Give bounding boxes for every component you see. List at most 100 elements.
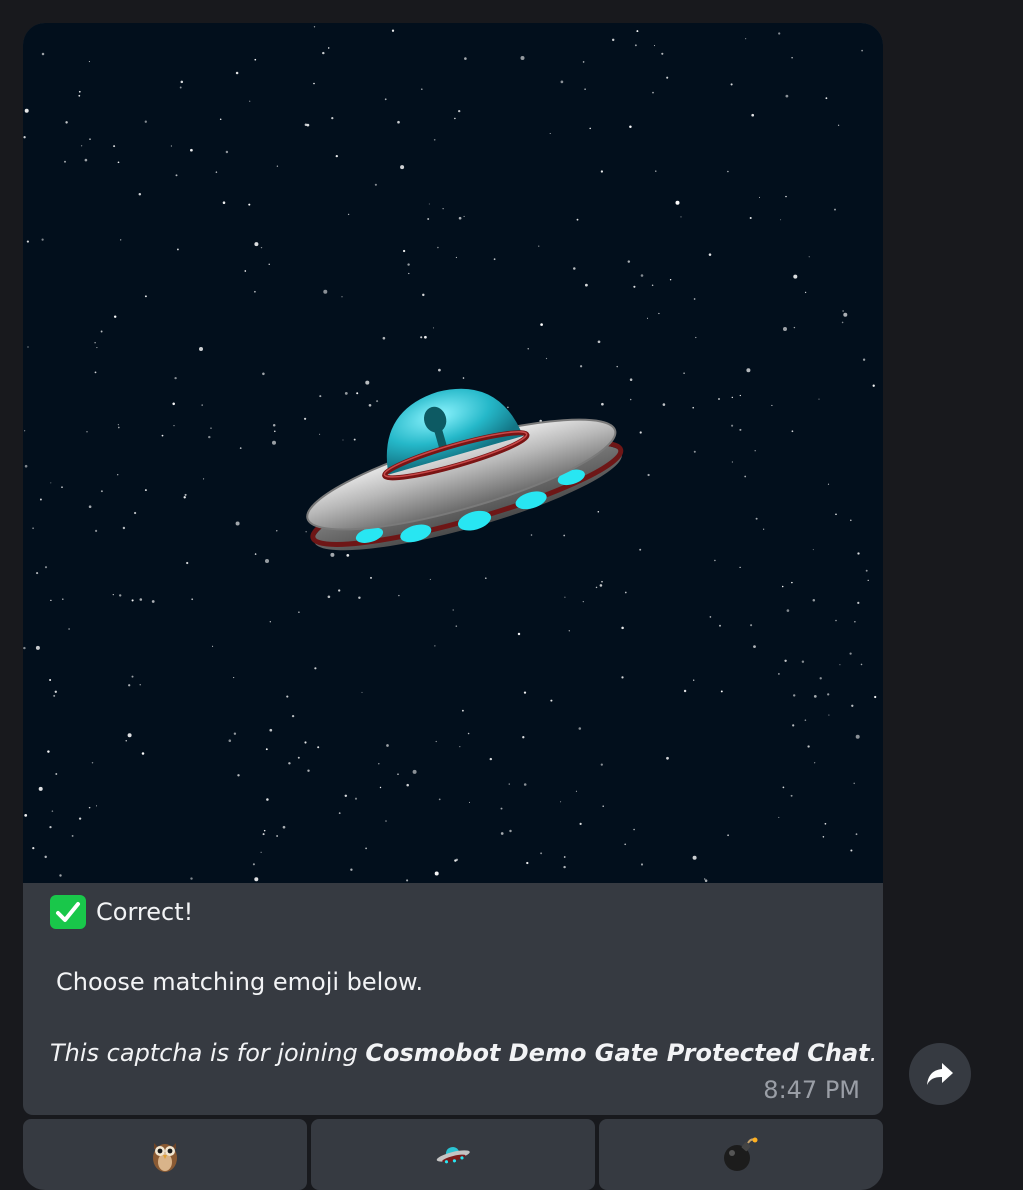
- star: [254, 877, 259, 882]
- star: [94, 342, 96, 344]
- star: [639, 548, 642, 551]
- ufo-option-button[interactable]: [311, 1119, 595, 1190]
- forward-button[interactable]: [909, 1043, 971, 1105]
- star: [173, 424, 175, 427]
- star: [420, 336, 423, 339]
- star: [78, 90, 81, 93]
- star: [578, 727, 582, 730]
- star: [783, 327, 787, 331]
- star: [174, 376, 177, 380]
- captcha-image[interactable]: [23, 23, 883, 883]
- star: [32, 527, 34, 530]
- star: [24, 108, 29, 113]
- star: [582, 61, 585, 63]
- star: [208, 435, 211, 439]
- star: [210, 427, 212, 429]
- star: [500, 807, 503, 810]
- star: [640, 274, 644, 277]
- star: [427, 218, 430, 220]
- star: [344, 794, 348, 798]
- star: [827, 483, 830, 485]
- star: [424, 335, 427, 339]
- flying-saucer-icon: [436, 1146, 470, 1163]
- star: [338, 812, 341, 814]
- star: [719, 624, 721, 627]
- star: [500, 832, 504, 835]
- star: [268, 263, 270, 265]
- flying-saucer-icon: [306, 388, 624, 551]
- star: [763, 528, 765, 530]
- star: [621, 626, 624, 630]
- star: [624, 591, 627, 594]
- status-line: Correct!: [50, 895, 193, 929]
- star: [849, 652, 852, 655]
- star: [272, 423, 276, 427]
- star: [239, 447, 242, 449]
- star: [429, 578, 431, 580]
- star: [35, 645, 40, 650]
- star: [39, 498, 42, 501]
- star: [739, 394, 741, 397]
- star: [327, 595, 331, 599]
- star: [183, 496, 186, 499]
- star: [780, 219, 782, 221]
- star: [792, 724, 795, 727]
- star: [434, 871, 439, 876]
- star: [260, 851, 262, 853]
- star: [347, 213, 350, 216]
- star: [652, 91, 654, 94]
- star: [254, 242, 259, 247]
- star: [629, 398, 632, 401]
- star: [438, 368, 441, 372]
- star: [452, 609, 454, 611]
- star: [382, 336, 386, 340]
- star: [437, 246, 439, 249]
- star: [874, 695, 877, 699]
- star: [282, 825, 286, 829]
- star: [493, 258, 496, 261]
- star: [151, 600, 155, 603]
- bomb-option-button[interactable]: [599, 1119, 883, 1190]
- star: [666, 756, 669, 760]
- star: [842, 310, 844, 312]
- star: [36, 572, 39, 575]
- star: [835, 513, 837, 516]
- star: [730, 83, 733, 86]
- star: [841, 321, 844, 324]
- star: [624, 843, 627, 846]
- star: [824, 822, 827, 825]
- star: [144, 120, 147, 123]
- star: [91, 762, 94, 764]
- star: [489, 757, 493, 761]
- star: [342, 439, 344, 441]
- star: [749, 216, 752, 220]
- captcha-note: This captcha is for joining Cosmobot Dem…: [50, 1039, 877, 1067]
- star: [629, 378, 633, 381]
- star: [438, 798, 441, 801]
- star: [38, 786, 43, 791]
- star: [704, 879, 708, 882]
- star: [791, 56, 793, 59]
- star: [837, 124, 840, 126]
- star: [601, 580, 603, 583]
- owl-option-button[interactable]: [23, 1119, 307, 1190]
- star: [127, 733, 132, 738]
- star: [658, 312, 660, 315]
- star: [455, 256, 457, 259]
- star: [825, 97, 828, 100]
- star: [170, 145, 173, 147]
- star: [276, 835, 278, 837]
- star: [365, 380, 370, 385]
- star: [51, 810, 54, 812]
- star: [808, 256, 810, 258]
- star: [254, 58, 257, 61]
- star: [113, 315, 117, 318]
- star: [141, 752, 145, 755]
- owl-icon: [153, 1142, 177, 1172]
- star: [458, 216, 462, 220]
- star: [629, 125, 632, 128]
- star: [100, 490, 103, 493]
- star: [269, 621, 271, 623]
- star: [233, 732, 237, 735]
- star: [857, 552, 860, 555]
